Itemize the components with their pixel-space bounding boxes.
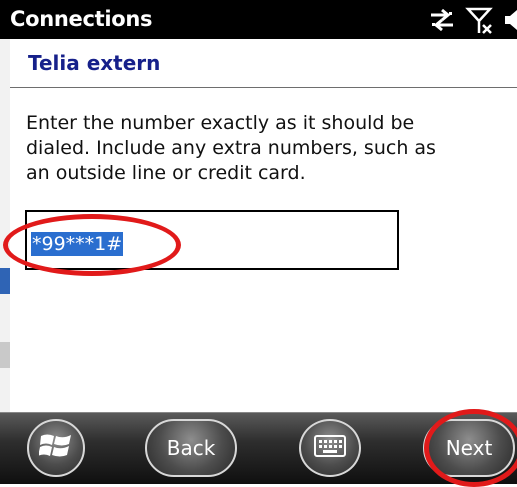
connection-name: Telia extern [28,51,161,75]
next-button-label: Next [445,436,493,460]
next-button[interactable]: Next [423,419,515,477]
keyboard-icon [314,434,346,462]
background-window-fragment [0,342,10,368]
windows-start-icon [38,430,73,467]
title-bar: Connections [0,0,517,39]
start-button[interactable] [27,419,85,477]
status-icons [427,4,517,36]
phone-number-input[interactable]: *99***1# [25,210,399,270]
background-window-edge [0,0,10,483]
no-signal-icon[interactable] [465,5,495,35]
header-band: Telia extern [10,39,517,88]
volume-icon[interactable] [503,6,517,34]
instruction-text: Enter the number exactly as it should be… [26,112,436,184]
keyboard-button[interactable] [299,419,361,477]
app-title: Connections [10,7,153,31]
back-button-label: Back [166,436,216,460]
connectivity-icon[interactable] [427,6,457,34]
back-button[interactable]: Back [145,419,237,477]
phone-number-value[interactable]: *99***1# [31,232,124,256]
background-window-fragment [0,268,10,294]
